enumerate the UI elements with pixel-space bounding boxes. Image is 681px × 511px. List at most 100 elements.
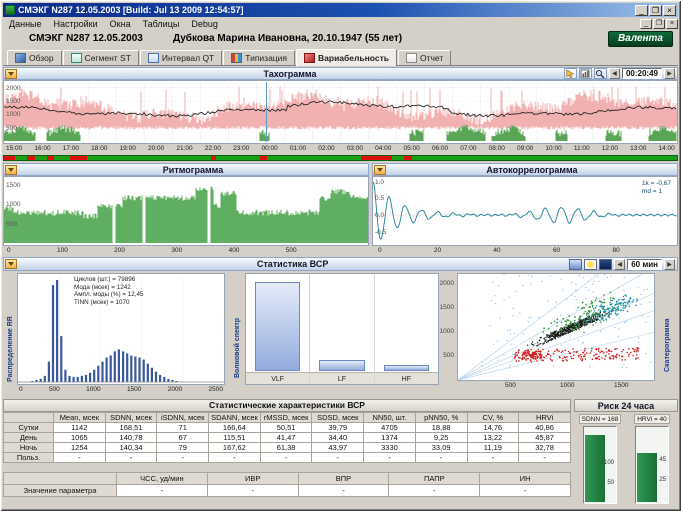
menu-item[interactable]: Данные: [3, 19, 48, 29]
stats-cell: -: [209, 453, 261, 463]
time-next-button[interactable]: ▶: [664, 68, 675, 79]
sdnn-gauge-bar: 10050: [583, 426, 617, 504]
tick-label: 05:00: [403, 145, 419, 153]
tab-qt-interval[interactable]: Интервал QT: [140, 50, 222, 65]
report-icon: [406, 53, 417, 63]
tab-st-segment[interactable]: Сегмент ST: [63, 50, 139, 65]
overview-icon: [15, 53, 26, 63]
autocorrelogram-chart[interactable]: 1.00.50.0-0.5: [372, 176, 678, 246]
day-icon[interactable]: [584, 259, 597, 270]
param-column-header: ЧСС, уд/мин: [117, 473, 208, 485]
menu-item[interactable]: Окна: [104, 19, 137, 29]
tick-label: 13:00: [630, 145, 646, 153]
night-icon[interactable]: [599, 259, 612, 270]
hrv-menu-button[interactable]: [5, 259, 17, 269]
tick-label: 21:00: [176, 145, 192, 153]
spectrum-column: LF: [310, 274, 374, 384]
mdi-minimize-button[interactable]: _: [640, 19, 652, 29]
tachogram-menu-button[interactable]: [5, 69, 17, 79]
gauge-tick-label: 50: [607, 480, 614, 486]
rr-stat-line: Циклов (шт.) = 79896: [74, 276, 143, 284]
time-display: 00:20:49: [622, 68, 662, 79]
close-button[interactable]: ×: [663, 5, 676, 16]
tick-label: 22:00: [205, 145, 221, 153]
tick-label: 17:00: [63, 145, 79, 153]
tick-label: 02:00: [318, 145, 334, 153]
event-strip[interactable]: [3, 155, 678, 161]
minimize-button[interactable]: _: [635, 5, 648, 16]
arrhythmia-segment: [404, 156, 412, 160]
histogram-icon[interactable]: [569, 259, 582, 270]
vlf-bar: [255, 282, 301, 371]
stats-cell: 168,51: [105, 423, 157, 433]
mdi-restore-button[interactable]: ❐: [653, 19, 665, 29]
menu-items: ДанныеНастройкиОкнаТаблицыDebug: [3, 19, 224, 29]
tick-label: 500: [6, 221, 17, 228]
param-cell: -: [389, 485, 480, 497]
rhythmogram-chart[interactable]: 1500 1000 500: [3, 176, 369, 246]
autocorrelogram-x-axis: 020406080: [372, 247, 678, 255]
mdi-close-button[interactable]: ×: [666, 19, 678, 29]
stats-column-header: pNN50, %: [415, 413, 467, 423]
interval-prev-button[interactable]: ◀: [614, 259, 625, 270]
stats-column-header: HRVi: [519, 413, 571, 423]
spectrum-label: Волновой спектр: [234, 318, 241, 378]
tachogram-chart[interactable]: 200015001000500: [3, 80, 678, 144]
tick-label: 300: [171, 247, 182, 255]
spectrum-category-label: VLF: [246, 376, 309, 383]
tab-label: Отчет: [420, 53, 443, 63]
tick-label: 500: [443, 352, 454, 359]
tick-label: 1000: [6, 201, 20, 208]
tick-label: 20:00: [148, 145, 164, 153]
time-prev-button[interactable]: ◀: [609, 68, 620, 79]
spectrum-chart[interactable]: VLF LF HF: [245, 273, 439, 385]
menu-bar: ДанныеНастройкиОкнаТаблицыDebug _ ❐ ×: [3, 17, 678, 30]
tab-variability[interactable]: Вариабельность: [296, 49, 397, 66]
tick-label: 60: [553, 247, 560, 255]
stats-table[interactable]: Mean, мсекSDNN, мсекiSDNN, мсекSDANN, мс…: [3, 412, 571, 463]
tick-label: 1500: [6, 182, 20, 189]
rhythmogram-title: Ритмограмма: [18, 165, 368, 175]
tick-label: 2000: [168, 386, 182, 394]
stats-column-header: Mean, мсек: [54, 413, 106, 423]
stats-cell: 34,40: [312, 433, 364, 443]
hrv-title: Статистика ВСР: [18, 259, 567, 269]
stats-cell: 1142: [54, 423, 106, 433]
tick-label: -0.5: [375, 229, 386, 236]
tick-label: 15:00: [6, 145, 22, 153]
stats-table-title: Статистические характеристики ВСР: [3, 399, 571, 412]
title-bar[interactable]: СМЭКГ N287 12.05.2003 [Build: Jul 13 200…: [3, 3, 678, 17]
stats-cell: 79: [157, 443, 209, 453]
zoom-icon[interactable]: [594, 68, 607, 79]
interval-next-button[interactable]: ▶: [664, 259, 675, 270]
menu-item[interactable]: Настройки: [48, 19, 104, 29]
stats-cell: 166,64: [209, 423, 261, 433]
tab-typing[interactable]: Типизация: [223, 50, 295, 65]
maximize-button[interactable]: ❐: [649, 5, 662, 16]
rhythmogram-menu-button[interactable]: [5, 165, 17, 175]
tick-label: 10:00: [545, 145, 561, 153]
export-chart-icon[interactable]: [579, 68, 592, 79]
pointer-tool-icon[interactable]: [564, 68, 577, 79]
menu-item[interactable]: Таблицы: [137, 19, 186, 29]
tab-report[interactable]: Отчет: [398, 50, 451, 65]
param-row-label: Значение параметра: [4, 485, 117, 497]
tick-label: 0.5: [375, 195, 384, 202]
tick-label: 500: [49, 386, 60, 394]
rr-distribution-chart[interactable]: Циклов (шт.) = 79896Мода (мсек) = 1242Ам…: [17, 273, 225, 385]
arrhythmia-segment: [70, 156, 87, 160]
param-column-header: ИВР: [207, 473, 298, 485]
tick-label: 18:00: [91, 145, 107, 153]
param-table[interactable]: ЧСС, уд/минИВРВПРПАПРИНЗначение параметр…: [3, 472, 571, 497]
typing-icon: [231, 53, 242, 63]
tab-overview[interactable]: Обзор: [7, 50, 62, 65]
scattergram-chart[interactable]: [457, 273, 655, 381]
stats-cell: -: [364, 453, 416, 463]
tick-label: 400: [229, 247, 240, 255]
brand-logo: Валента: [608, 31, 673, 47]
hrvi-gauge: HRVi = 40 4525: [628, 413, 676, 508]
autocorrelogram-menu-button[interactable]: [374, 165, 386, 175]
menu-item[interactable]: Debug: [185, 19, 224, 29]
tick-label: 2500: [209, 386, 223, 394]
tick-label: 06:00: [432, 145, 448, 153]
